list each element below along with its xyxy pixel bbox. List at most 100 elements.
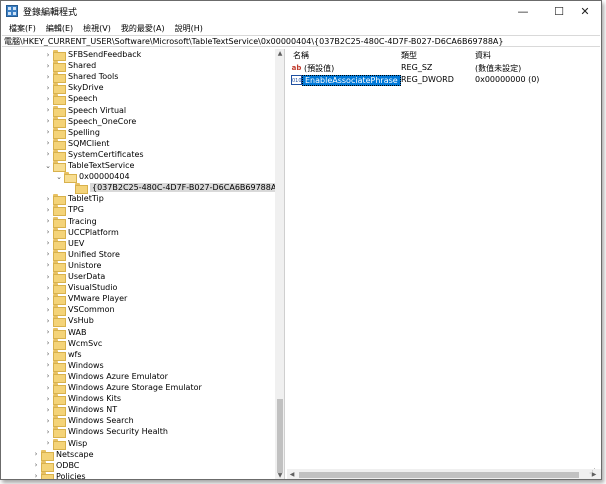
chevron-right-icon[interactable]: › bbox=[43, 384, 53, 392]
tree-node[interactable]: › SQMClient bbox=[43, 138, 109, 150]
chevron-right-icon[interactable]: › bbox=[43, 95, 53, 103]
chevron-right-icon[interactable]: › bbox=[43, 139, 53, 147]
tree-node[interactable]: › SkyDrive bbox=[43, 82, 104, 95]
chevron-right-icon[interactable]: › bbox=[43, 273, 53, 281]
column-header-name[interactable]: 名稱 bbox=[293, 50, 309, 61]
tree-node[interactable]: › VMware Player bbox=[43, 293, 127, 306]
chevron-right-icon[interactable]: › bbox=[43, 117, 53, 125]
close-button[interactable]: ✕ bbox=[567, 1, 601, 21]
chevron-right-icon[interactable]: › bbox=[43, 339, 53, 347]
chevron-right-icon[interactable]: › bbox=[43, 106, 53, 114]
chevron-right-icon[interactable]: › bbox=[43, 195, 53, 203]
chevron-right-icon[interactable]: › bbox=[43, 206, 53, 214]
tree-node[interactable]: › Windows NT bbox=[43, 404, 117, 417]
chevron-right-icon[interactable]: › bbox=[43, 350, 53, 358]
tree-node[interactable]: ⌄ TableTextService bbox=[43, 160, 134, 172]
column-header-type[interactable]: 類型 bbox=[401, 50, 417, 61]
minimize-button[interactable]: — bbox=[505, 1, 541, 21]
tree-node[interactable]: {037B2C25-480C-4D7F-B027-D6CA6B69788A} bbox=[65, 182, 284, 195]
chevron-right-icon[interactable]: › bbox=[43, 395, 53, 403]
tree-node[interactable]: › SystemCertificates bbox=[43, 149, 144, 161]
chevron-right-icon[interactable]: › bbox=[31, 450, 41, 458]
tree-node[interactable]: › Shared Tools bbox=[43, 71, 118, 84]
tree-node[interactable]: › VSCommon bbox=[43, 304, 115, 317]
chevron-right-icon[interactable]: › bbox=[43, 295, 53, 303]
tree-node[interactable]: › Spelling bbox=[43, 127, 100, 139]
tree-node[interactable]: › Unified Store bbox=[43, 249, 120, 261]
chevron-down-icon[interactable]: ⌄ bbox=[43, 162, 53, 170]
tree-node[interactable]: › Windows Security Health bbox=[43, 426, 168, 439]
tree-node[interactable]: › SFBSendFeedback bbox=[43, 49, 141, 61]
tree-node[interactable]: › Wisp bbox=[43, 438, 87, 450]
chevron-right-icon[interactable]: › bbox=[43, 284, 53, 292]
chevron-right-icon[interactable]: › bbox=[43, 62, 53, 70]
tree-node[interactable]: › Speech_OneCore bbox=[43, 116, 136, 128]
chevron-right-icon[interactable]: › bbox=[43, 150, 53, 158]
chevron-right-icon[interactable]: › bbox=[43, 73, 53, 81]
chevron-right-icon[interactable]: › bbox=[43, 417, 53, 425]
tree-node[interactable]: ⌄ 0x00000404 bbox=[54, 171, 130, 184]
menu-help[interactable]: 說明(H) bbox=[170, 23, 208, 34]
chevron-right-icon[interactable]: › bbox=[43, 328, 53, 336]
tree-node[interactable]: › wfs bbox=[43, 349, 82, 361]
chevron-right-icon[interactable]: › bbox=[43, 428, 53, 436]
tree-node[interactable]: › Policies bbox=[31, 471, 86, 479]
tree-node[interactable]: › ODBC bbox=[31, 460, 79, 472]
tree-node[interactable]: › Unistore bbox=[43, 260, 101, 272]
resize-grip-icon[interactable]: ⋰ bbox=[589, 467, 599, 477]
value-row[interactable]: ab (預設值) REG_SZ (數值未設定) bbox=[287, 62, 601, 74]
title-bar[interactable]: 登錄編輯程式 — ☐ ✕ bbox=[1, 1, 601, 21]
chevron-right-icon[interactable]: › bbox=[43, 306, 53, 314]
chevron-right-icon[interactable]: › bbox=[43, 439, 53, 447]
menu-edit[interactable]: 編輯(E) bbox=[41, 23, 78, 34]
chevron-right-icon[interactable]: › bbox=[43, 317, 53, 325]
chevron-right-icon[interactable]: › bbox=[43, 406, 53, 414]
chevron-right-icon[interactable]: › bbox=[43, 372, 53, 380]
tree-node[interactable]: › UEV bbox=[43, 238, 84, 250]
chevron-right-icon[interactable]: › bbox=[43, 128, 53, 136]
tree-node[interactable]: › Windows Azure Storage Emulator bbox=[43, 382, 202, 394]
tree-node[interactable]: › TPG bbox=[43, 204, 84, 217]
tree-node[interactable]: › Windows Kits bbox=[43, 393, 121, 406]
chevron-right-icon[interactable]: › bbox=[43, 228, 53, 236]
chevron-down-icon[interactable]: ⌄ bbox=[54, 173, 64, 181]
tree-node[interactable]: › Speech Virtual bbox=[43, 105, 126, 117]
value-row[interactable]: 010 EnableAssociatePhrase REG_DWORD 0x00… bbox=[287, 74, 601, 86]
tree-node[interactable]: › Windows Search bbox=[43, 415, 134, 428]
tree-node[interactable]: › UCCPlatform bbox=[43, 227, 119, 239]
chevron-right-icon[interactable]: › bbox=[43, 51, 53, 59]
chevron-right-icon[interactable]: › bbox=[43, 361, 53, 369]
scroll-left-arrow-icon[interactable]: ◀ bbox=[287, 469, 297, 479]
tree-node[interactable]: › TabletTip bbox=[43, 193, 104, 206]
chevron-right-icon[interactable]: › bbox=[43, 250, 53, 258]
chevron-right-icon[interactable]: › bbox=[31, 472, 41, 479]
chevron-right-icon[interactable]: › bbox=[43, 84, 53, 92]
tree-node[interactable]: › WcmSvc bbox=[43, 338, 102, 350]
tree-node[interactable]: › VsHub bbox=[43, 315, 94, 328]
tree-node[interactable]: › VisualStudio bbox=[43, 282, 117, 295]
values-horizontal-scrollbar[interactable]: ◀ ▶ bbox=[287, 469, 601, 479]
tree-node[interactable]: › Speech bbox=[43, 93, 97, 106]
tree-scroll-thumb[interactable] bbox=[277, 399, 283, 473]
menu-view[interactable]: 檢視(V) bbox=[78, 23, 116, 34]
scroll-down-arrow-icon[interactable]: ▼ bbox=[275, 471, 284, 479]
scroll-up-arrow-icon[interactable]: ▲ bbox=[275, 49, 284, 59]
values-scroll-thumb[interactable] bbox=[299, 472, 579, 478]
tree-node[interactable]: › Windows bbox=[43, 360, 104, 372]
tree-node[interactable]: › Windows Azure Emulator bbox=[43, 371, 168, 383]
tree-node[interactable]: › UserData bbox=[43, 271, 105, 283]
chevron-right-icon[interactable]: › bbox=[43, 261, 53, 269]
chevron-right-icon[interactable]: › bbox=[43, 239, 53, 247]
chevron-right-icon[interactable]: › bbox=[43, 217, 53, 225]
menu-favorites[interactable]: 我的最愛(A) bbox=[116, 23, 170, 34]
menu-file[interactable]: 檔案(F) bbox=[4, 23, 41, 34]
tree-node[interactable]: › Shared bbox=[43, 60, 96, 73]
tree-node[interactable]: › Tracing bbox=[43, 216, 97, 228]
value-type: REG_SZ bbox=[401, 63, 433, 72]
address-bar[interactable]: 電腦\HKEY_CURRENT_USER\Software\Microsoft\… bbox=[2, 35, 600, 47]
chevron-right-icon[interactable]: › bbox=[31, 461, 41, 469]
tree-vertical-scrollbar[interactable]: ▲ ▼ bbox=[275, 49, 284, 479]
tree-node[interactable]: › WAB bbox=[43, 327, 86, 339]
tree-node[interactable]: › Netscape bbox=[31, 449, 94, 461]
column-header-data[interactable]: 資料 bbox=[475, 50, 491, 61]
